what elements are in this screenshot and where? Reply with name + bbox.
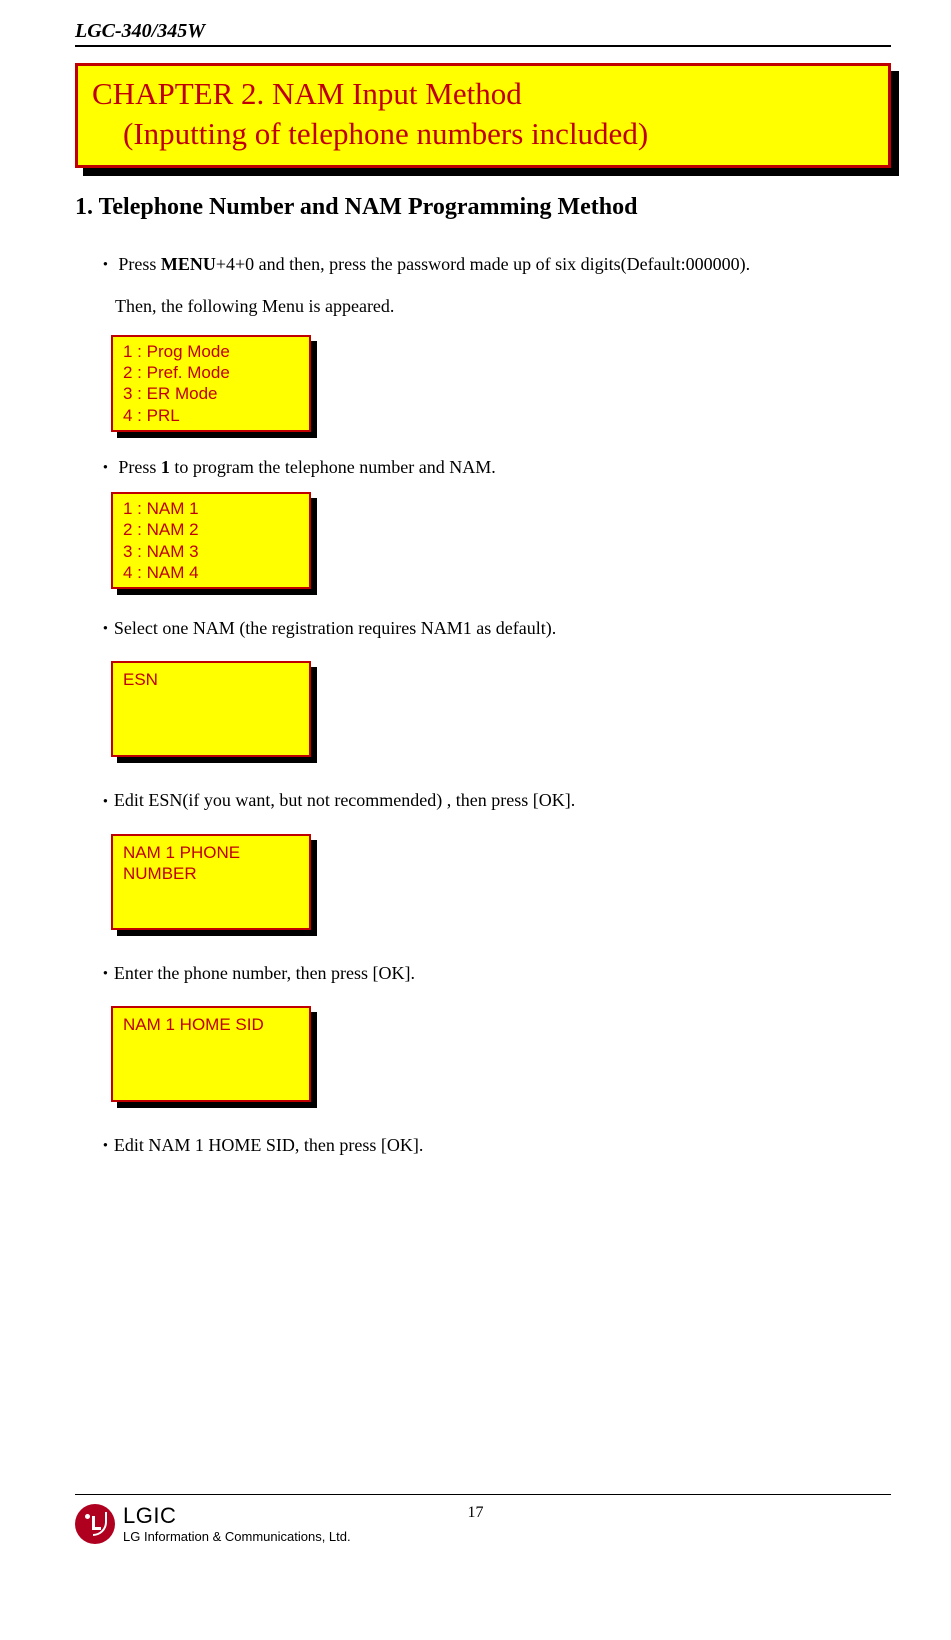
footer-text: LGIC LG Information & Communications, Lt… [123,1503,351,1544]
chapter-box: CHAPTER 2. NAM Input Method (Inputting o… [75,63,891,168]
chapter-title-line1: CHAPTER 2. NAM Input Method [92,74,874,114]
esn-line-1: ESN [123,669,299,690]
screen-menu-inner: 1 : Prog Mode 2 : Pref. Mode 3 : ER Mode… [111,335,311,432]
nam-line-3: 3 : NAM 3 [123,541,299,562]
menu-line-2: 2 : Pref. Mode [123,362,299,383]
step-5: Enter the phone number, then press [OK]. [103,956,891,990]
page-number: 17 [468,1504,484,1522]
screen-nam-inner: 1 : NAM 1 2 : NAM 2 3 : NAM 3 4 : NAM 4 [111,492,311,589]
menu-line-3: 3 : ER Mode [123,383,299,404]
model-header: LGC-340/345W [75,20,891,43]
screen-phone-inner: NAM 1 PHONE NUMBER [111,834,311,930]
nam-line-1: 1 : NAM 1 [123,498,299,519]
step-2-bold: 1 [161,457,170,477]
step-1-suffix: +4+0 and then, press the password made u… [216,254,750,274]
nam-line-2: 2 : NAM 2 [123,519,299,540]
step-1b: Then, the following Menu is appeared. [115,289,891,323]
nam-line-4: 4 : NAM 4 [123,562,299,583]
screen-sid-inner: NAM 1 HOME SID [111,1006,311,1102]
screen-sid: NAM 1 HOME SID [111,1006,311,1102]
step-1: Press MENU+4+0 and then, press the passw… [103,247,891,281]
screen-menu: 1 : Prog Mode 2 : Pref. Mode 3 : ER Mode… [111,335,311,432]
step-2-prefix: Press [118,457,161,477]
step-3: Select one NAM (the registration require… [103,611,891,645]
sid-line-1: NAM 1 HOME SID [123,1014,299,1035]
section-title: 1. Telephone Number and NAM Programming … [75,194,891,221]
phone-line-1: NAM 1 PHONE [123,842,299,863]
header-rule [75,45,891,47]
step-1-prefix: Press [118,254,161,274]
step-2: Press 1 to program the telephone number … [103,450,891,484]
footer-lgic: LGIC [123,1503,351,1529]
step-2-suffix: to program the telephone number and NAM. [170,457,496,477]
chapter-title-line2: (Inputting of telephone numbers included… [92,114,874,154]
page: LGC-340/345W CHAPTER 2. NAM Input Method… [0,0,951,1550]
menu-line-4: 4 : PRL [123,405,299,426]
step-1-bold: MENU [161,254,216,274]
phone-line-2: NUMBER [123,863,299,884]
step-4: Edit ESN(if you want, but not recommende… [103,783,891,817]
screen-esn-inner: ESN [111,661,311,757]
chapter-box-inner: CHAPTER 2. NAM Input Method (Inputting o… [75,63,891,168]
footer-rule [75,1494,891,1495]
menu-line-1: 1 : Prog Mode [123,341,299,362]
screen-esn: ESN [111,661,311,757]
step-6: Edit NAM 1 HOME SID, then press [OK]. [103,1128,891,1162]
screen-phone: NAM 1 PHONE NUMBER [111,834,311,930]
footer-company: LG Information & Communications, Ltd. [123,1529,351,1544]
lg-logo-icon [75,1504,115,1544]
screen-nam: 1 : NAM 1 2 : NAM 2 3 : NAM 3 4 : NAM 4 [111,492,311,589]
